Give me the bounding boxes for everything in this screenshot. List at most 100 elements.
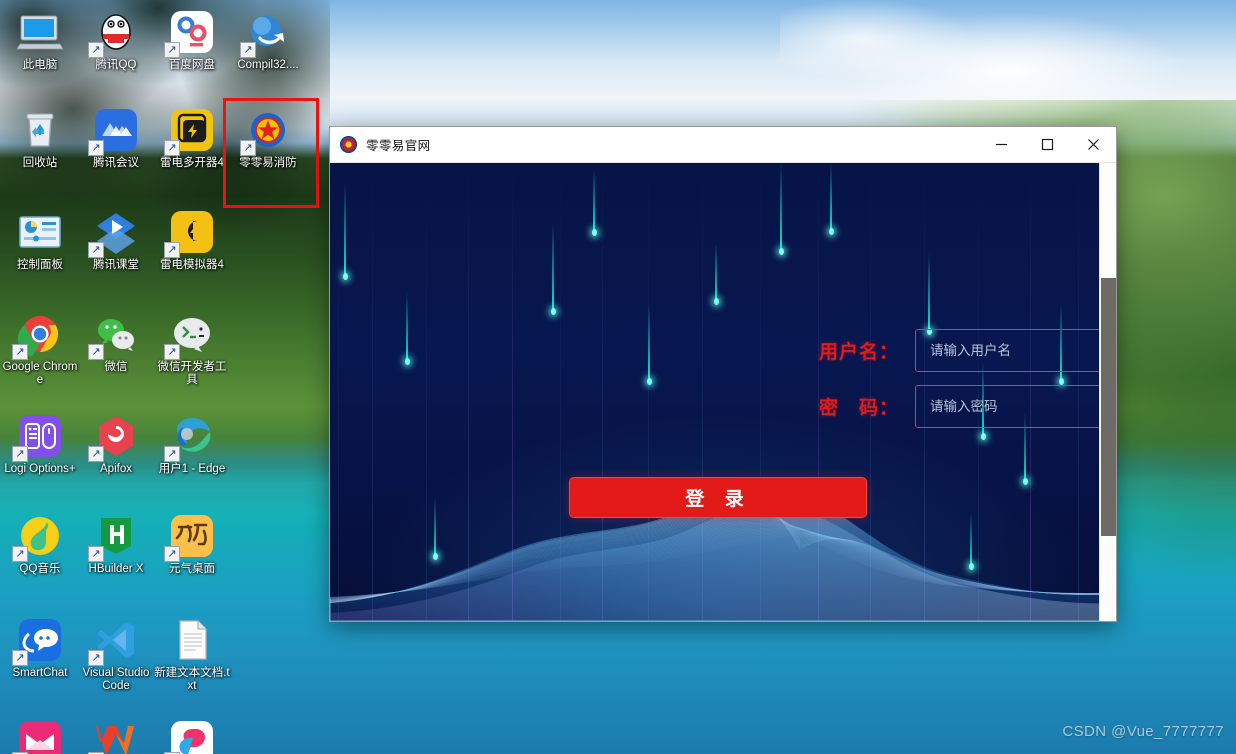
icon-lingling-fire[interactable]: ↗ 零零易消防: [223, 98, 319, 208]
icon-new-text-doc[interactable]: 新建文本文档.txt: [154, 616, 230, 693]
desktop-icon-label: 雷电多开器4: [160, 157, 224, 169]
maximize-icon[interactable]: [1024, 127, 1070, 162]
shortcut-arrow-icon: ↗: [88, 42, 104, 58]
shortcut-arrow-icon: ↗: [88, 446, 104, 462]
desktop-icon-label: HBuilder X: [88, 563, 144, 575]
smartchat-icon: ↗: [12, 616, 64, 666]
shortcut-arrow-icon: ↗: [12, 650, 28, 666]
vertical-scrollbar[interactable]: [1099, 163, 1116, 621]
tencent-classroom-icon: ↗: [88, 208, 140, 258]
control-panel-icon: [16, 208, 64, 256]
yuanqi-desktop-icon: ↗: [164, 512, 216, 562]
tencent-qq-icon: ↗: [88, 8, 140, 58]
icon-hbuilderx[interactable]: ↗ HBuilder X: [78, 512, 154, 576]
wallpaper-cloud: [780, 0, 1236, 130]
close-icon[interactable]: [1070, 127, 1116, 162]
recycle-bin-icon: [16, 106, 64, 154]
qq-music-icon: ↗: [12, 512, 64, 562]
icon-qq-music[interactable]: ↗ QQ音乐: [2, 512, 78, 576]
wechat-icon: ↗: [88, 310, 140, 360]
logi-options-icon: ↗: [12, 412, 64, 462]
desktop-icon-label: 微信: [104, 361, 128, 373]
icon-yuanqi-desktop[interactable]: ↗ 元气桌面: [154, 512, 230, 576]
shortcut-arrow-icon: ↗: [164, 42, 180, 58]
desktop-icon-label: 新建文本文档.txt: [154, 667, 230, 692]
ldplayer-icon: ↗: [164, 208, 216, 258]
icon-logi-options[interactable]: ↗ Logi Options+: [2, 412, 78, 476]
icon-tencent-meeting[interactable]: ↗ 腾讯会议: [78, 106, 154, 170]
baidu-netdisk-icon: ↗: [164, 8, 216, 58]
desktop-icon-label: Apifox: [100, 463, 132, 475]
desktop-icon-label: 百度网盘: [169, 59, 215, 71]
icon-pinduoduo[interactable]: ↗: [154, 718, 230, 754]
desktop-icon-label: 回收站: [22, 157, 58, 169]
icon-apifox[interactable]: ↗ Apifox: [78, 412, 154, 476]
icon-wechat[interactable]: ↗ 微信: [78, 310, 154, 374]
scrollbar-thumb[interactable]: [1101, 278, 1116, 536]
password-label: 密 码：: [818, 397, 899, 419]
desktop-icon-label: 雷电模拟器4: [160, 259, 224, 271]
desktop-icon-label: 零零易消防: [239, 157, 297, 169]
desktop-icon-label: 元气桌面: [169, 563, 215, 575]
username-label: 用户名：: [818, 341, 899, 363]
shortcut-arrow-icon: ↗: [88, 546, 104, 562]
minimize-icon[interactable]: [978, 127, 1024, 162]
password-input[interactable]: [915, 385, 1115, 428]
desktop-icon-label: Compil32....: [237, 59, 299, 71]
desktop-icon-label: SmartChat: [12, 667, 68, 679]
window-title: 零零易官网: [366, 138, 431, 153]
shortcut-arrow-icon: ↗: [164, 546, 180, 562]
edge-user1-icon: ↗: [164, 412, 216, 462]
icon-vscode[interactable]: ↗ Visual Studio Code: [78, 616, 154, 693]
desktop-icon-label: Logi Options+: [4, 463, 76, 475]
icon-edge-user1[interactable]: ↗ 用户1 - Edge: [154, 412, 230, 476]
shortcut-arrow-icon: ↗: [164, 242, 180, 258]
shortcut-arrow-icon: ↗: [12, 446, 28, 462]
icon-control-panel[interactable]: 控制面板: [2, 208, 78, 272]
desktop-icon-label: 用户1 - Edge: [158, 463, 226, 475]
icon-google-chrome[interactable]: ↗ Google Chrome: [2, 310, 78, 387]
app-window[interactable]: 零零易官网 用户名： 请输入用户名 密 码： 登 录: [330, 127, 1116, 621]
desktop-icon-label: 控制面板: [17, 259, 63, 271]
icon-recycle-bin[interactable]: 回收站: [2, 106, 78, 170]
icon-smartchat[interactable]: ↗ SmartChat: [2, 616, 78, 680]
shortcut-arrow-icon: ↗: [240, 42, 256, 58]
vscode-icon: ↗: [88, 616, 140, 666]
desktop-icon-label: 微信开发者工具: [157, 361, 227, 386]
wechat-devtools-icon: ↗: [164, 310, 216, 360]
icon-ldplayer[interactable]: ↗ 雷电模拟器4: [154, 208, 230, 272]
lingling-fire-icon: ↗: [240, 106, 292, 156]
new-text-doc-icon: [168, 616, 216, 664]
desktop-icon-grid: 此电脑 ↗ 腾讯QQ ↗ 百度网盘 ↗ Compil32.... 回收站 ↗ 腾讯会议 ↗ 雷电多开器…: [0, 0, 319, 754]
desktop-icon-label: 腾讯课堂: [93, 259, 139, 271]
icon-this-pc[interactable]: 此电脑: [2, 8, 78, 72]
login-form[interactable]: 用户名： 密 码： 登 录: [330, 163, 1116, 621]
window-titlebar[interactable]: 零零易官网: [330, 127, 1116, 163]
username-input[interactable]: [915, 329, 1115, 372]
icon-ldmultiplayer[interactable]: ↗ 雷电多开器4: [154, 106, 230, 170]
icon-tencent-qq[interactable]: ↗ 腾讯QQ: [78, 8, 154, 72]
icon-baidu-netdisk[interactable]: ↗ 百度网盘: [154, 8, 230, 72]
foxmail-icon: ↗: [12, 718, 64, 754]
shortcut-arrow-icon: ↗: [164, 446, 180, 462]
desktop-icon-label: 腾讯会议: [93, 157, 139, 169]
login-button[interactable]: 登 录: [569, 477, 867, 518]
this-pc-icon: [16, 8, 64, 56]
icon-tencent-classroom[interactable]: ↗ 腾讯课堂: [78, 208, 154, 272]
pinduoduo-icon: ↗: [164, 718, 216, 754]
shortcut-arrow-icon: ↗: [88, 242, 104, 258]
desktop-icon-label: 此电脑: [22, 59, 58, 71]
shortcut-arrow-icon: ↗: [88, 650, 104, 666]
shortcut-arrow-icon: ↗: [88, 344, 104, 360]
desktop-icon-label: 腾讯QQ: [95, 59, 137, 71]
icon-compil32[interactable]: ↗ Compil32....: [230, 8, 306, 72]
username-row: 用户名：: [799, 329, 1115, 372]
shortcut-arrow-icon: ↗: [164, 344, 180, 360]
icon-foxmail[interactable]: ↗: [2, 718, 78, 754]
wps-office-icon: ↗: [88, 718, 140, 754]
window-content: 用户名： 密 码： 登 录: [330, 163, 1116, 621]
icon-wps-office[interactable]: ↗: [78, 718, 154, 754]
icon-wechat-devtools[interactable]: ↗ 微信开发者工具: [154, 310, 230, 387]
desktop[interactable]: 此电脑 ↗ 腾讯QQ ↗ 百度网盘 ↗ Compil32.... 回收站 ↗ 腾讯会议 ↗ 雷电多开器…: [0, 0, 1236, 754]
shortcut-arrow-icon: ↗: [164, 140, 180, 156]
